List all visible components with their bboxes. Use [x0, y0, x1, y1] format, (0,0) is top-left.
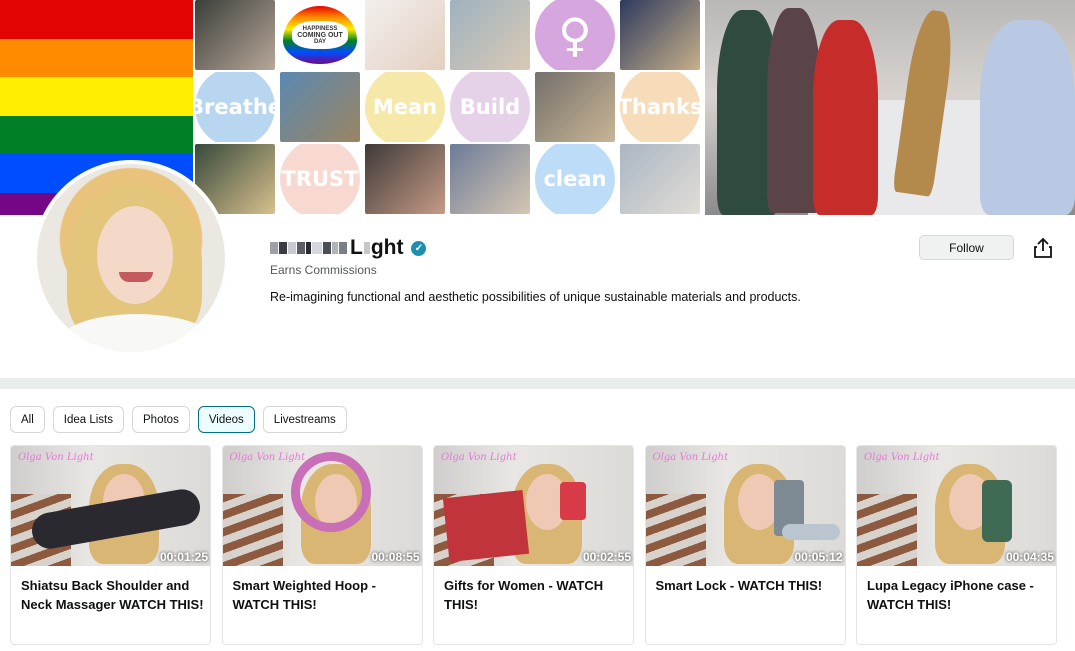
flag-stripe	[0, 0, 193, 39]
collage-photo	[620, 0, 700, 70]
banner-collage: HAPPINESS COMING OUT DAY ♀ Breathe Mean Build T…	[195, 0, 702, 215]
name-visible-text: ght	[370, 236, 404, 259]
thumbnail-stairs	[857, 494, 917, 566]
video-title[interactable]: Gifts for Women - WATCH THIS!	[444, 576, 629, 614]
thumbnail-watermark: Olga Von Light	[441, 452, 517, 463]
thumbnail-product	[982, 480, 1012, 542]
tab-all[interactable]: All	[10, 406, 45, 433]
video-title[interactable]: Smart Lock - WATCH THIS!	[656, 576, 841, 595]
heart-bottom-text: DAY	[313, 38, 327, 45]
banner-tv-scene-photo	[705, 0, 1075, 215]
collage-word-circle: Thanks	[620, 72, 700, 142]
collage-photo	[365, 144, 445, 214]
collage-photo	[535, 72, 615, 142]
collage-photo	[450, 0, 530, 70]
collage-word-circle: Build	[450, 72, 530, 142]
video-thumbnail[interactable]: Olga Von Light 00:05:12	[645, 446, 845, 566]
scene-person	[813, 20, 878, 215]
circle-word: Breathe	[195, 95, 275, 119]
coming-out-heart-icon: HAPPINESS COMING OUT DAY	[280, 0, 360, 70]
video-duration: 00:05:12	[794, 550, 843, 564]
profile-bio: Re-imagining functional and aesthetic po…	[270, 290, 801, 304]
video-thumbnail[interactable]: Olga Von Light 00:08:55	[222, 446, 422, 566]
thumbnail-watermark: Olga Von Light	[864, 452, 940, 463]
collage-photo	[195, 0, 275, 70]
video-title[interactable]: Shiatsu Back Shoulder and Neck Massager …	[21, 576, 206, 614]
thumbnail-stairs	[222, 494, 283, 566]
female-symbol-icon: ♀	[558, 8, 592, 62]
video-duration: 00:01:25	[159, 550, 208, 564]
collage-word-circle: TRUST	[280, 144, 360, 214]
content-filter-tabs: All Idea Lists Photos Videos Livestreams	[10, 406, 355, 433]
video-card[interactable]: Olga Von Light 00:05:12 Smart Lock - WATCH…	[644, 445, 846, 645]
video-card[interactable]: Olga Von Light 00:04:35 Lupa Legacy iPhone…	[856, 445, 1057, 645]
video-card[interactable]: Olga Von Light 00:01:25 Shiatsu Back Shoul…	[10, 445, 211, 645]
flag-stripe	[0, 38, 193, 77]
video-thumbnail[interactable]: Olga Von Light 00:02:55	[434, 446, 633, 566]
thumbnail-product	[442, 489, 530, 563]
share-icon[interactable]	[1033, 237, 1053, 259]
flag-stripe	[0, 115, 193, 154]
collage-photo	[450, 144, 530, 214]
video-thumbnail[interactable]: Olga Von Light 00:01:25	[11, 446, 210, 566]
thumbnail-watermark: Olga Von Light	[18, 452, 94, 463]
thumbnail-watermark: Olga Von Light	[652, 452, 729, 463]
name-redacted-pixels	[270, 236, 348, 260]
circle-word: Build	[459, 95, 521, 119]
collage-word-circle: Breathe	[195, 72, 275, 142]
heart-main-text: COMING OUT	[297, 31, 343, 39]
collage-word-circle: ♀	[535, 0, 615, 70]
section-divider	[0, 378, 1075, 389]
scene-person	[980, 20, 1075, 215]
tab-livestreams[interactable]: Livestreams	[262, 406, 347, 433]
video-duration: 00:04:35	[1005, 550, 1054, 564]
circle-word: Mean	[372, 95, 438, 119]
video-title[interactable]: Lupa Legacy iPhone case - WATCH THIS!	[867, 576, 1052, 614]
collage-word-circle: clean	[535, 144, 615, 214]
thumbnail-product	[290, 452, 371, 532]
follow-button[interactable]: Follow	[919, 235, 1014, 260]
profile-name: Lght ✓	[270, 236, 427, 260]
tab-videos[interactable]: Videos	[197, 406, 255, 433]
video-thumbnail[interactable]: Olga Von Light 00:04:35	[857, 446, 1056, 566]
collage-photo	[365, 0, 445, 70]
video-card[interactable]: Olga Von Light 00:02:55 Gifts for Women - …	[433, 445, 634, 645]
thumbnail-product	[560, 482, 586, 520]
flag-stripe	[0, 77, 193, 116]
circle-word: Thanks	[620, 95, 700, 119]
tab-idea-lists[interactable]: Idea Lists	[52, 406, 125, 433]
video-duration: 00:08:55	[371, 550, 420, 564]
circle-word: TRUST	[281, 167, 359, 191]
earns-commissions-label: Earns Commissions	[270, 263, 377, 277]
tab-photos[interactable]: Photos	[132, 406, 190, 433]
verified-check-icon: ✓	[411, 240, 427, 256]
video-title[interactable]: Smart Weighted Hoop - WATCH THIS!	[233, 576, 418, 614]
video-duration: 00:02:55	[582, 550, 631, 564]
collage-photo	[280, 72, 360, 142]
profile-avatar[interactable]	[33, 160, 229, 356]
video-card[interactable]: Olga Von Light 00:08:55 Smart Weighted Hoo…	[221, 445, 423, 645]
thumbnail-watermark: Olga Von Light	[229, 452, 306, 463]
thumbnail-product	[781, 524, 840, 540]
collage-photo	[620, 144, 700, 214]
thumbnail-stairs	[645, 494, 706, 566]
name-first-letter: L	[350, 236, 363, 259]
circle-word: clean	[543, 167, 607, 191]
collage-word-circle: Mean	[365, 72, 445, 142]
